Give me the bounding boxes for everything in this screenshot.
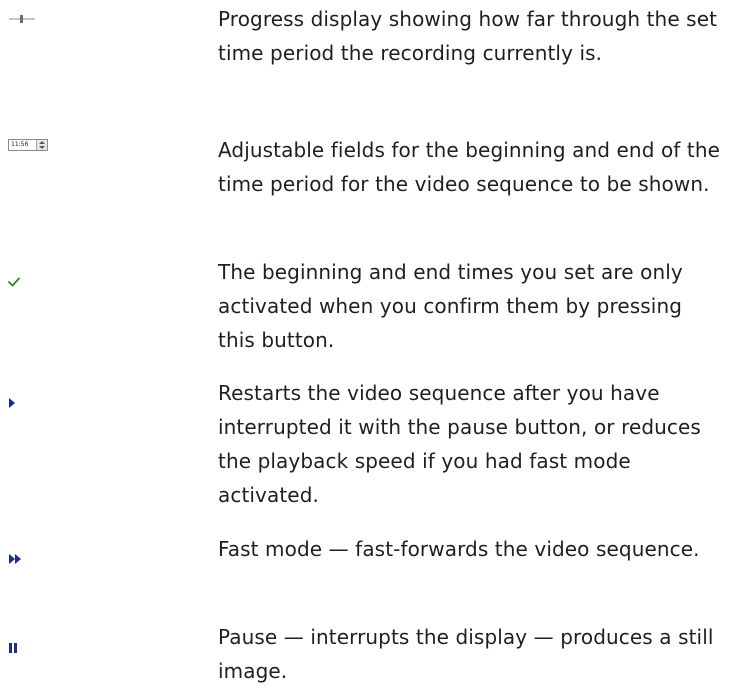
legend-description: The beginning and end times you set are … [218, 260, 683, 352]
legend-description: Progress display showing how far through… [218, 7, 718, 65]
progress-slider-icon [9, 15, 35, 23]
checkmark-icon [8, 277, 20, 287]
legend-description: Fast mode — fast-forwards the video sequ… [218, 537, 700, 561]
legend-description: Restarts the video sequence after you ha… [218, 381, 701, 507]
fast-forward-icon [9, 554, 21, 564]
play-icon [9, 398, 15, 408]
legend-description: Adjustable fields for the beginning and … [218, 138, 721, 196]
pause-icon [9, 643, 17, 653]
spin-arrows [36, 140, 47, 150]
time-field-value: 11:56 [11, 141, 29, 148]
time-spinner-icon: 11:56 [8, 139, 48, 151]
legend-description: Pause — interrupts the display — produce… [218, 625, 714, 683]
